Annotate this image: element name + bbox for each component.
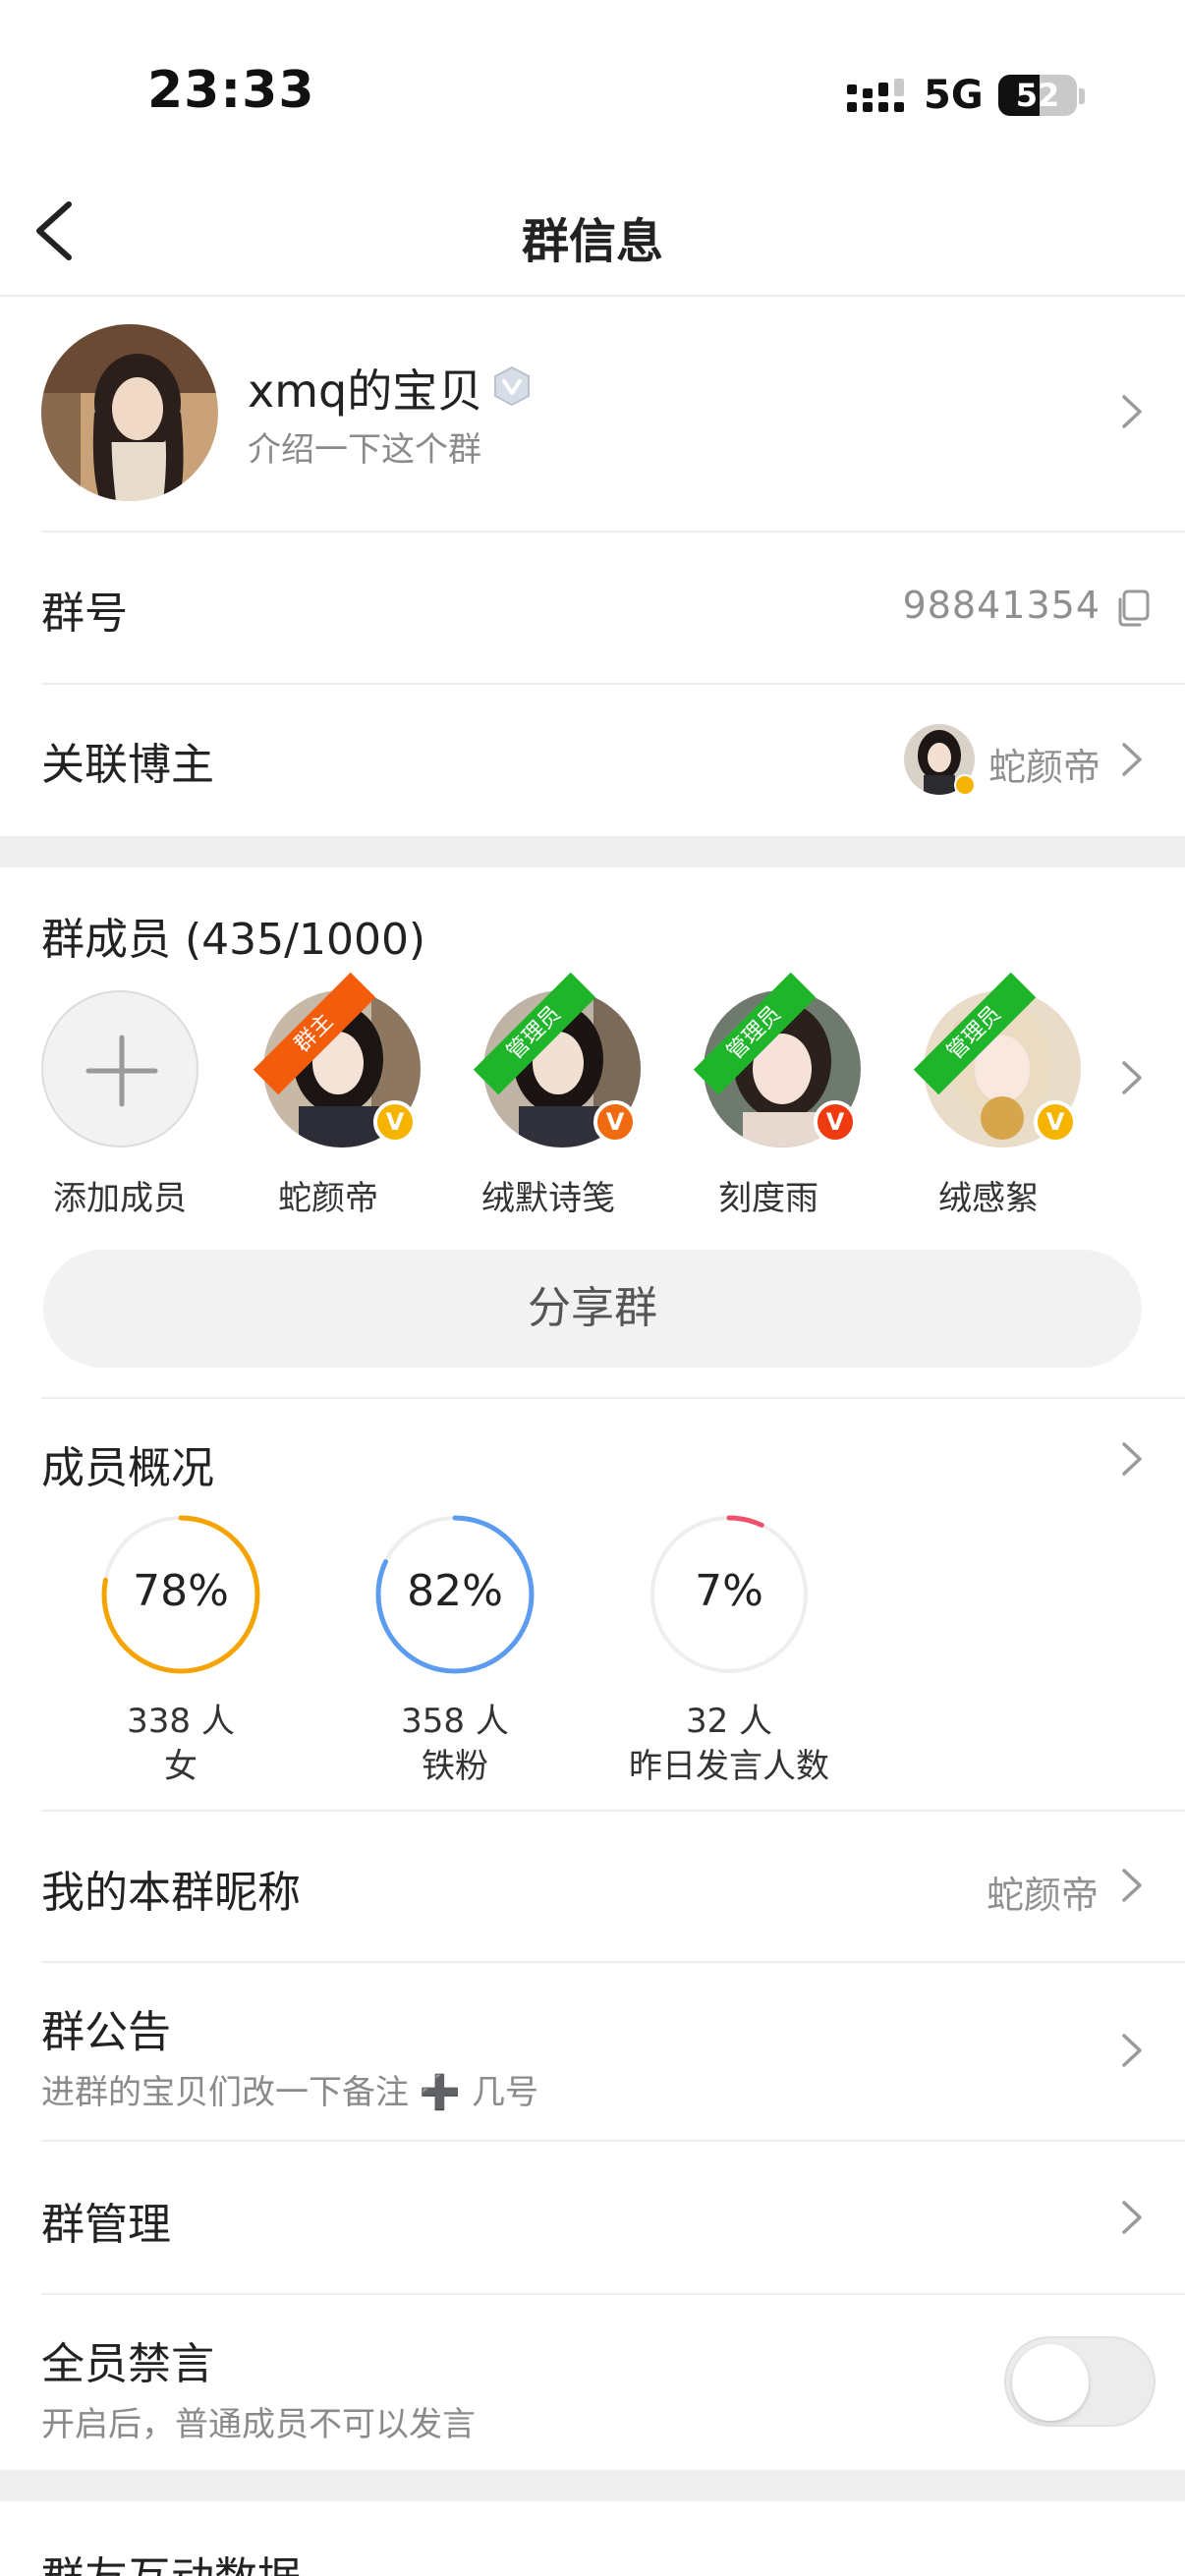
member-name: 刻度雨 xyxy=(718,1179,818,1218)
section-gap xyxy=(0,836,1185,868)
nickname-value: 蛇颜帝 xyxy=(987,1874,1100,1917)
stat-ring: 7% xyxy=(646,1511,813,1678)
announcement-text: 进群的宝贝们改一下备注 ➕ 几号 xyxy=(41,2073,538,2112)
chevron-right-icon xyxy=(1122,395,1142,428)
group-id-value: 98841354 xyxy=(902,584,1100,627)
interaction-data-label: 群友互动数据 xyxy=(41,2543,301,2576)
chevron-right-icon xyxy=(1122,1869,1142,1902)
chevron-right-icon xyxy=(1122,2034,1142,2067)
status-time: 23:33 xyxy=(147,61,315,120)
stat-percent: 78% xyxy=(133,1566,229,1616)
group-description: 介绍一下这个群 xyxy=(248,430,481,470)
stat-count: 358 人 xyxy=(401,1702,509,1741)
nav-bar: 群信息 xyxy=(0,167,1185,297)
member-item[interactable]: 管理员 V 绒感絮 xyxy=(890,972,1087,1218)
network-type: 5G xyxy=(924,73,984,118)
mute-all-description: 开启后，普通成员不可以发言 xyxy=(41,2405,476,2444)
mute-all-toggle[interactable] xyxy=(1004,2336,1156,2427)
member-item[interactable]: 群主 V 蛇颜帝 xyxy=(230,972,426,1218)
verified-v-icon: V xyxy=(373,1100,417,1144)
verified-v-icon: V xyxy=(814,1100,857,1144)
chevron-right-icon[interactable] xyxy=(1116,1053,1146,1102)
blogger-verified-icon xyxy=(954,774,976,796)
linked-blogger-label: 关联博主 xyxy=(41,740,214,790)
toggle-knob xyxy=(1012,2344,1089,2421)
stat-count: 32 人 xyxy=(685,1702,773,1741)
stat-ring: 82% xyxy=(371,1511,538,1678)
stat-label: 铁粉 xyxy=(422,1747,488,1786)
stat-label: 女 xyxy=(164,1747,198,1786)
status-bar: 23:33 5G 52 xyxy=(0,0,1185,167)
stat-count: 338 人 xyxy=(127,1702,235,1741)
chevron-right-icon xyxy=(1122,1442,1142,1476)
member-overview-title: 成员概况 xyxy=(41,1443,214,1493)
interaction-data-row[interactable]: 群友互动数据 xyxy=(0,2501,1185,2576)
battery-icon: 52 xyxy=(998,75,1077,116)
announcement-row[interactable] xyxy=(0,1963,1185,2140)
page-title: 群信息 xyxy=(521,214,663,269)
verified-v-icon: V xyxy=(1034,1100,1077,1144)
share-group-button[interactable]: 分享群 xyxy=(43,1250,1142,1368)
group-avatar[interactable] xyxy=(41,324,218,501)
add-member-button[interactable] xyxy=(41,990,198,1148)
member-item[interactable]: 管理员 V 刻度雨 xyxy=(670,972,867,1218)
signal-icon xyxy=(847,79,904,112)
verified-v-icon: V xyxy=(593,1100,637,1144)
battery-tip xyxy=(1079,88,1085,104)
copy-icon[interactable] xyxy=(1112,588,1152,629)
stat-percent: 82% xyxy=(407,1566,503,1616)
battery-level: 52 xyxy=(1015,77,1060,114)
stat-percent: 7% xyxy=(695,1566,763,1616)
member-item[interactable]: 管理员 V 绒默诗笺 xyxy=(450,972,647,1218)
mute-all-label: 全员禁言 xyxy=(41,2339,214,2389)
nickname-label: 我的本群昵称 xyxy=(41,1868,301,1918)
members-title: 群成员 (435/1000) xyxy=(41,915,426,965)
section-gap xyxy=(0,2470,1185,2501)
member-name: 绒感絮 xyxy=(938,1179,1039,1218)
chevron-right-icon xyxy=(1122,743,1142,776)
chevron-right-icon xyxy=(1122,2201,1142,2234)
group-manage-row[interactable] xyxy=(0,2142,1185,2293)
verified-badge-icon xyxy=(494,365,530,407)
add-member-label: 添加成员 xyxy=(53,1179,187,1218)
linked-blogger-name: 蛇颜帝 xyxy=(988,746,1101,789)
plus-icon xyxy=(85,1035,158,1107)
group-name: xmq的宝贝 xyxy=(248,364,483,418)
stat-label: 昨日发言人数 xyxy=(629,1747,829,1786)
member-name: 绒默诗笺 xyxy=(481,1179,615,1218)
member-name: 蛇颜帝 xyxy=(278,1179,378,1218)
group-manage-label: 群管理 xyxy=(41,2200,171,2250)
group-id-label: 群号 xyxy=(41,588,128,639)
announcement-label: 群公告 xyxy=(41,2007,171,2057)
stat-ring: 78% xyxy=(97,1511,264,1678)
